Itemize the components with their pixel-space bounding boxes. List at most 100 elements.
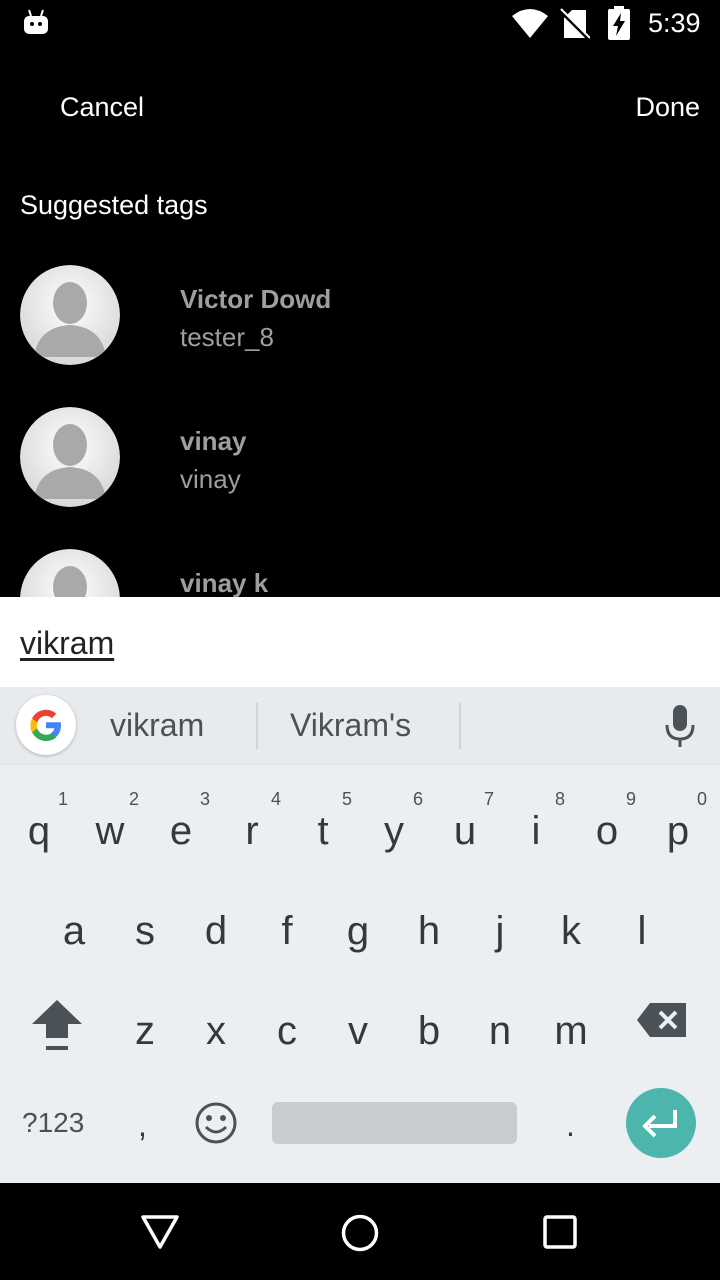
tag-search-field[interactable]: vikram (0, 597, 720, 687)
suggestion-divider (256, 703, 258, 749)
key-label: p (666, 809, 690, 853)
comma-key[interactable]: , (138, 1107, 147, 1144)
google-button[interactable] (16, 695, 76, 755)
list-item[interactable]: vinay k (0, 534, 720, 597)
key-c[interactable]: c (252, 979, 322, 1079)
key-m[interactable]: m (536, 979, 606, 1079)
key-hint: 3 (199, 789, 210, 809)
avatar (20, 549, 120, 597)
key-n[interactable]: n (465, 979, 535, 1079)
key-q[interactable]: 1q (4, 779, 74, 879)
navigation-bar (0, 1183, 720, 1280)
key-hint: 4 (270, 789, 281, 809)
key-t[interactable]: 5t (288, 779, 358, 879)
avatar (20, 265, 120, 365)
user-name: Victor Dowd (180, 284, 332, 314)
android-icon (24, 9, 48, 34)
backspace-icon[interactable] (636, 1001, 688, 1039)
key-label: h (417, 909, 441, 953)
battery-charging-icon (608, 6, 630, 40)
user-handle: tester_8 (180, 322, 274, 352)
key-hint: 2 (128, 789, 139, 809)
done-button[interactable]: Done (635, 92, 700, 123)
key-label: g (346, 909, 370, 953)
list-item[interactable]: Victor Dowd tester_8 (0, 250, 720, 392)
default-avatar-icon (20, 549, 120, 597)
key-f[interactable]: f (252, 879, 322, 979)
status-time: 5:39 (648, 8, 701, 38)
key-p[interactable]: 0p (643, 779, 713, 879)
enter-icon (642, 1110, 677, 1138)
key-u[interactable]: 7u (430, 779, 500, 879)
key-label: q (27, 809, 51, 853)
default-avatar-icon (20, 407, 120, 507)
key-label: n (488, 1009, 512, 1053)
key-a[interactable]: a (39, 879, 109, 979)
key-v[interactable]: v (323, 979, 393, 1079)
key-label: w (95, 809, 125, 853)
header: Cancel Done (0, 48, 720, 168)
key-hint: 8 (554, 789, 565, 809)
key-h[interactable]: h (394, 879, 464, 979)
microphone-icon[interactable] (662, 703, 698, 749)
shift-icon[interactable] (30, 998, 84, 1054)
recents-icon[interactable] (542, 1214, 578, 1250)
user-handle: vinay (180, 464, 241, 494)
section-title: Suggested tags (20, 190, 208, 220)
key-label: z (135, 1009, 155, 1053)
cancel-button[interactable]: Cancel (60, 92, 144, 123)
key-hint: 5 (341, 789, 352, 809)
key-k[interactable]: k (536, 879, 606, 979)
key-label: e (169, 809, 193, 853)
keyboard-suggestion-bar: vikram Vikram's (0, 687, 720, 765)
key-label: o (595, 809, 619, 853)
user-name: vinay k (180, 568, 269, 597)
key-y[interactable]: 6y (359, 779, 429, 879)
key-r[interactable]: 4r (217, 779, 287, 879)
default-avatar-icon (20, 265, 120, 365)
key-z[interactable]: z (110, 979, 180, 1079)
wifi-icon (512, 9, 548, 38)
key-label: s (135, 909, 155, 953)
key-hint: 1 (57, 789, 68, 809)
soft-keyboard: vikram Vikram's 1q 2w 3e 4r 5t 6y 7u 8i … (0, 687, 720, 1183)
key-o[interactable]: 9o (572, 779, 642, 879)
key-b[interactable]: b (394, 979, 464, 1079)
google-icon (30, 709, 61, 741)
symbols-key[interactable]: ?123 (22, 1107, 84, 1139)
home-icon[interactable] (340, 1213, 380, 1253)
enter-button[interactable] (626, 1088, 696, 1158)
key-i[interactable]: 8i (501, 779, 571, 879)
key-s[interactable]: s (110, 879, 180, 979)
key-label: a (62, 909, 86, 953)
key-hint: 7 (483, 789, 494, 809)
tag-search-input[interactable]: vikram (20, 625, 114, 662)
key-w[interactable]: 2w (75, 779, 145, 879)
key-label: u (453, 809, 477, 853)
suggestion-list: Victor Dowd tester_8 vinay vinay vinay k (0, 250, 720, 597)
space-bar[interactable] (272, 1102, 517, 1144)
key-g[interactable]: g (323, 879, 393, 979)
suggestion-divider (459, 703, 461, 749)
list-item[interactable]: vinay vinay (0, 392, 720, 534)
user-name: vinay (180, 426, 247, 456)
key-label: m (554, 1009, 588, 1053)
key-e[interactable]: 3e (146, 779, 216, 879)
key-j[interactable]: j (465, 879, 535, 979)
no-signal-icon (560, 8, 590, 40)
key-label: f (281, 909, 293, 953)
key-x[interactable]: x (181, 979, 251, 1079)
keyboard-suggestion[interactable]: Vikram's (290, 707, 411, 744)
key-l[interactable]: l (607, 879, 677, 979)
keyboard-suggestion[interactable]: vikram (110, 707, 204, 744)
key-hint: 9 (625, 789, 636, 809)
key-label: t (317, 809, 329, 853)
back-icon[interactable] (140, 1213, 180, 1251)
emoji-icon[interactable] (194, 1101, 238, 1145)
period-key[interactable]: . (566, 1107, 575, 1144)
key-label: r (245, 809, 259, 853)
key-hint: 0 (696, 789, 707, 809)
key-d[interactable]: d (181, 879, 251, 979)
key-label: d (204, 909, 228, 953)
key-hint: 6 (412, 789, 423, 809)
